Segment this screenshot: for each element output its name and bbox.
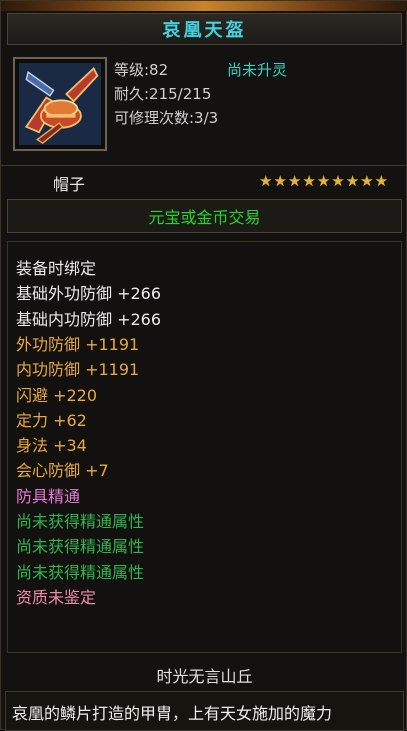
- star-rating: ★ ★ ★ ★ ★ ★ ★ ★ ★: [259, 172, 388, 190]
- trade-bar: 元宝或金币交易: [7, 199, 402, 233]
- repair-count-line: 可修理次数:3/3: [114, 109, 219, 127]
- attribute-panel: 装备时绑定基础外功防御 +266 基础内功防御 +266 外功防御 +1191 内功防…: [7, 241, 402, 653]
- spirit-status: 尚未升灵: [227, 61, 288, 79]
- slot-label: 帽子: [53, 175, 86, 194]
- attribute-line: 内功防御 +1191: [16, 360, 140, 380]
- item-name: 哀凰天盔: [162, 20, 247, 41]
- item-tooltip: 哀凰天盔 等级:82 尚未升灵 耐久:215/215 可修理次数:3/3 帽子 …: [0, 0, 407, 731]
- title-bar: 哀凰天盔: [7, 13, 402, 45]
- attribute-line: 闪避 +220: [16, 385, 98, 405]
- attribute-line: 资质未鉴定: [16, 587, 97, 607]
- attribute-line: 外功防御 +1191: [16, 334, 140, 354]
- star-icon: ★: [287, 172, 302, 190]
- attribute-line: 定力 +62: [16, 410, 87, 430]
- attribute-line: 尚未获得精通属性: [16, 537, 145, 557]
- trade-type: 元宝或金币交易: [148, 208, 261, 227]
- item-icon-frame[interactable]: [13, 57, 107, 151]
- star-icon: ★: [316, 172, 331, 190]
- star-icon: ★: [259, 172, 273, 190]
- attribute-line: 基础内功防御 +266: [16, 309, 162, 329]
- star-icon: ★: [360, 172, 374, 190]
- location-bar: 时光无言山丘: [7, 661, 402, 689]
- location-label: 时光无言山丘: [156, 667, 253, 686]
- attribute-line: 尚未获得精通属性: [16, 562, 145, 582]
- star-icon: ★: [331, 172, 345, 190]
- level-line: 等级:82: [114, 61, 169, 79]
- attribute-line: 装备时绑定: [16, 259, 97, 278]
- durability-line: 耐久:215/215: [114, 85, 212, 103]
- item-description: 哀凰的鳞片打造的甲胄，上有天女施加的魔力: [12, 704, 333, 723]
- divider: [1, 165, 407, 166]
- slot-row: 帽子 ★ ★ ★ ★ ★ ★ ★ ★ ★: [1, 169, 407, 195]
- description-box: 哀凰的鳞片打造的甲胄，上有天女施加的魔力: [5, 691, 404, 731]
- star-icon: ★: [345, 172, 360, 190]
- attribute-line: 基础外功防御 +266: [16, 284, 162, 304]
- attribute-line: 身法 +34: [16, 436, 87, 456]
- helmet-icon: [19, 63, 101, 145]
- star-icon: ★: [374, 172, 389, 190]
- star-icon: ★: [273, 172, 287, 190]
- attribute-line: 会心防御 +7: [16, 461, 109, 481]
- ornament-band: [1, 1, 407, 11]
- attribute-line: 防具精通: [16, 486, 81, 506]
- attribute-line: 尚未获得精通属性: [16, 512, 145, 531]
- star-icon: ★: [302, 172, 316, 190]
